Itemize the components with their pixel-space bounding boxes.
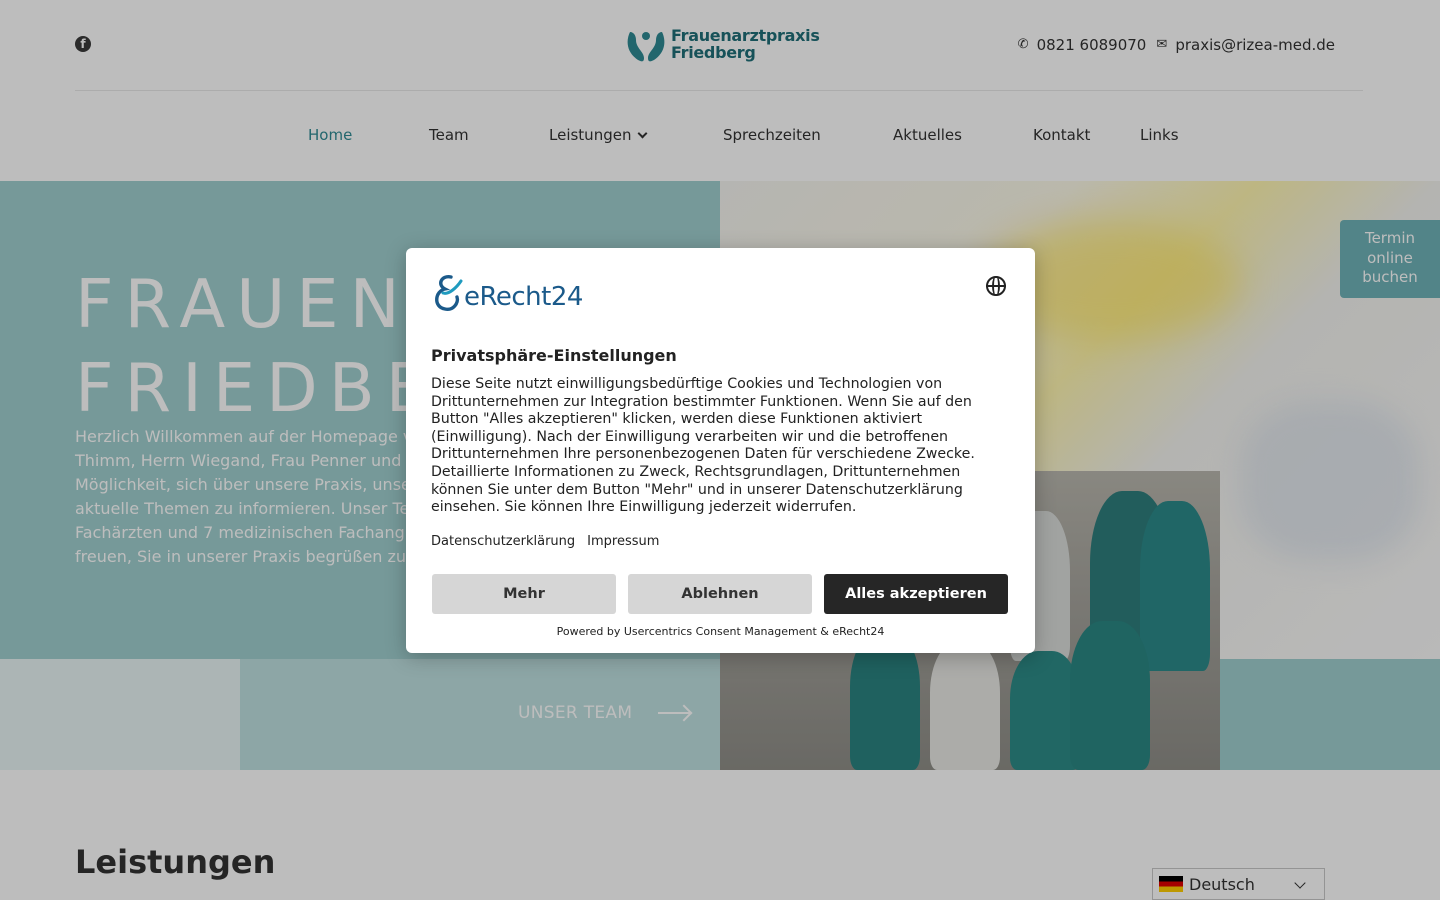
- globe-language-icon[interactable]: [986, 276, 1006, 296]
- erecht24-wordmark: eRecht24: [464, 282, 583, 312]
- privacy-policy-link[interactable]: Datenschutzerklärung: [431, 534, 575, 549]
- more-button[interactable]: Mehr: [432, 574, 616, 614]
- decline-button[interactable]: Ablehnen: [628, 574, 812, 614]
- consent-dialog: eRecht24 Privatsphäre-Einstellungen Dies…: [406, 248, 1035, 653]
- erecht24-logo: eRecht24: [431, 273, 601, 315]
- powered-by-text: Powered by Usercentrics Consent Manageme…: [556, 625, 885, 638]
- consent-description: Diese Seite nutzt einwilligungsbedürftig…: [431, 376, 975, 516]
- consent-links: Datenschutzerklärung Impressum: [431, 534, 659, 549]
- erecht24-emblem-icon: [435, 275, 463, 311]
- imprint-link[interactable]: Impressum: [587, 534, 659, 549]
- accept-all-button[interactable]: Alles akzeptieren: [824, 574, 1008, 614]
- consent-title: Privatsphäre-Einstellungen: [431, 346, 677, 365]
